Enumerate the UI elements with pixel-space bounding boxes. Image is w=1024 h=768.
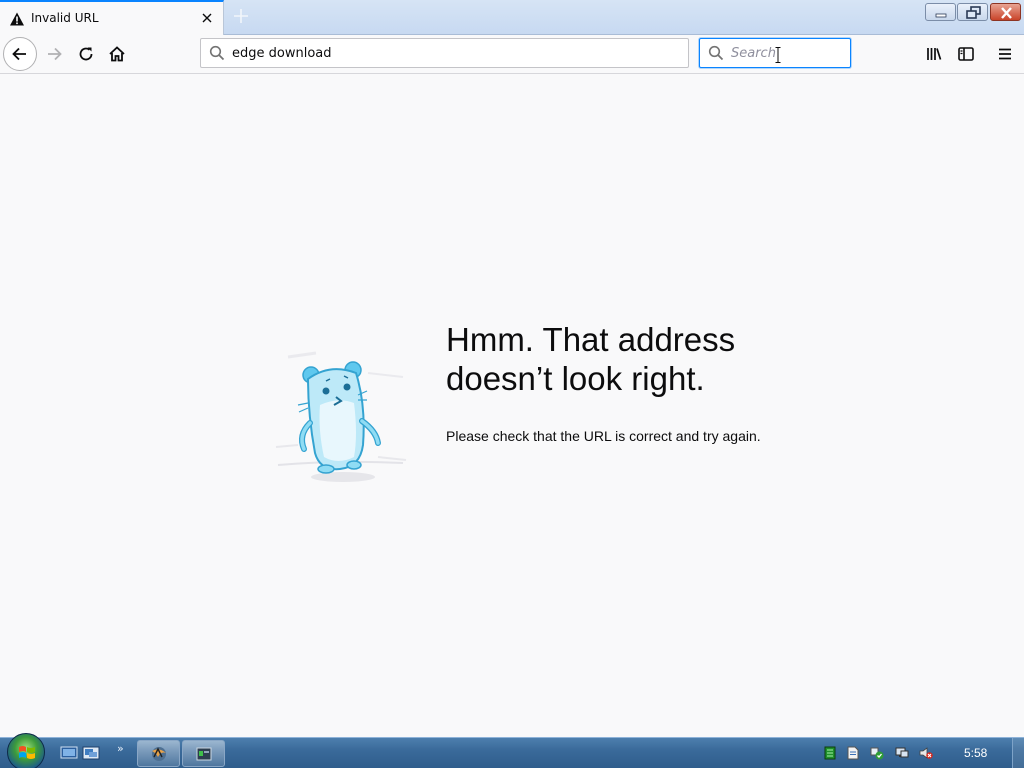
restore-button[interactable] bbox=[957, 3, 988, 21]
forward-button[interactable] bbox=[38, 38, 70, 70]
minimize-icon bbox=[935, 13, 947, 18]
app-window-icon bbox=[196, 747, 211, 760]
hamburger-menu-icon bbox=[999, 48, 1011, 60]
error-page: Hmm. That address doesn’t look right. Pl… bbox=[0, 75, 1024, 737]
tab-title: Invalid URL bbox=[31, 11, 99, 25]
confused-mascot-illustration bbox=[275, 351, 407, 482]
address-bar[interactable]: edge download bbox=[200, 38, 689, 68]
text-cursor-icon bbox=[775, 47, 781, 63]
firefox-window-icon bbox=[151, 746, 166, 761]
search-icon[interactable] bbox=[708, 45, 724, 61]
windows-logo-icon bbox=[19, 746, 35, 759]
taskbar-app-button[interactable] bbox=[182, 740, 225, 767]
back-button[interactable] bbox=[3, 37, 37, 71]
close-window-button[interactable] bbox=[990, 3, 1021, 21]
search-icon bbox=[209, 45, 225, 61]
sidebar-toggle-button[interactable] bbox=[950, 38, 982, 70]
tab-invalid-url[interactable]: Invalid URL bbox=[0, 0, 224, 35]
library-icon bbox=[927, 48, 942, 60]
start-button[interactable] bbox=[7, 733, 45, 768]
navigation-toolbar: edge download bbox=[0, 35, 1024, 74]
tray-green-app-icon[interactable] bbox=[823, 746, 837, 760]
volume-muted-icon[interactable] bbox=[919, 746, 933, 760]
reload-icon bbox=[79, 47, 93, 61]
sidebar-icon bbox=[958, 47, 974, 61]
show-desktop-quicklaunch-icon[interactable] bbox=[60, 745, 78, 761]
back-arrow-icon bbox=[12, 47, 26, 61]
close-icon[interactable] bbox=[199, 10, 215, 26]
action-center-icon[interactable] bbox=[870, 746, 884, 760]
restore-icon bbox=[966, 6, 981, 19]
show-desktop-button[interactable] bbox=[1012, 738, 1024, 768]
search-input[interactable] bbox=[731, 44, 841, 62]
system-clock[interactable]: 5:58 bbox=[964, 746, 987, 760]
home-button[interactable] bbox=[101, 38, 133, 70]
plus-icon[interactable] bbox=[230, 5, 252, 27]
tray-document-icon[interactable] bbox=[846, 746, 860, 760]
taskbar: » 5:58 bbox=[0, 733, 1024, 768]
quicklaunch-chevron-icon[interactable]: » bbox=[117, 742, 124, 755]
warning-icon bbox=[10, 12, 24, 26]
network-icon[interactable] bbox=[895, 746, 909, 760]
home-icon bbox=[109, 46, 125, 62]
tab-strip: Invalid URL bbox=[0, 0, 1024, 35]
library-button[interactable] bbox=[918, 38, 950, 70]
error-title: Hmm. That address doesn’t look right. bbox=[446, 321, 736, 397]
close-icon bbox=[1001, 7, 1012, 19]
reload-button[interactable] bbox=[70, 38, 102, 70]
address-bar-text[interactable]: edge download bbox=[232, 46, 332, 61]
error-description: Please check that the URL is correct and… bbox=[446, 428, 761, 444]
minimize-button[interactable] bbox=[925, 3, 956, 21]
forward-arrow-icon bbox=[48, 47, 62, 61]
open-menu-button[interactable] bbox=[989, 38, 1021, 70]
taskbar-firefox-button[interactable] bbox=[137, 740, 180, 767]
switch-windows-quicklaunch-icon[interactable] bbox=[82, 745, 100, 761]
